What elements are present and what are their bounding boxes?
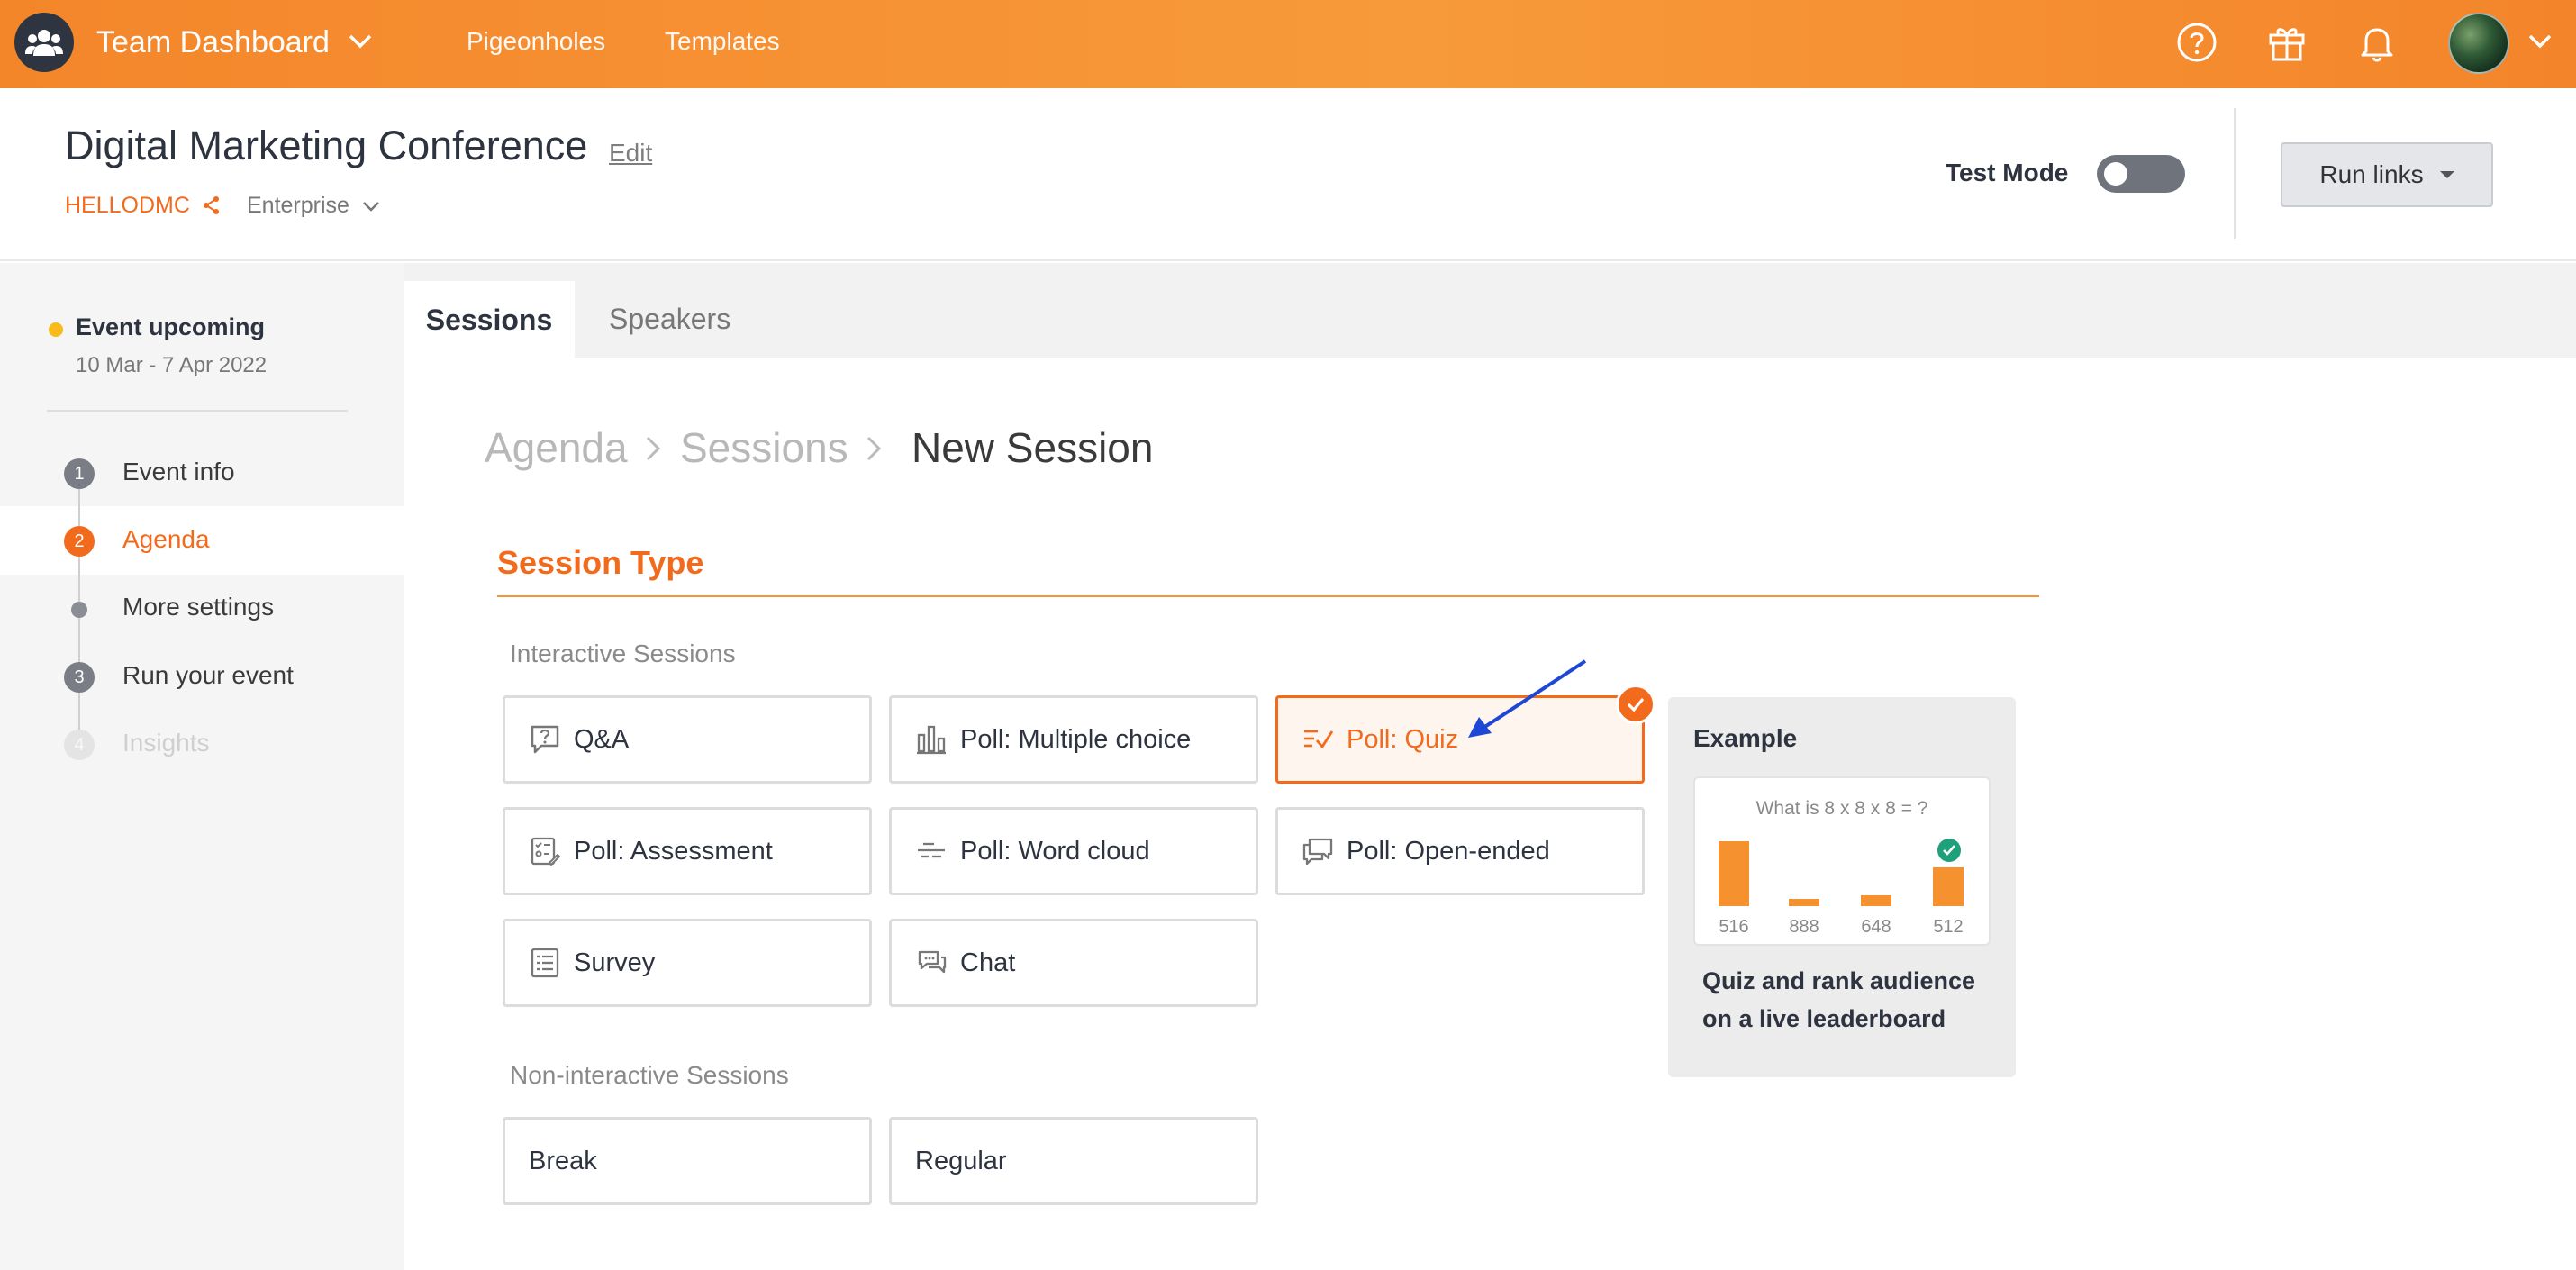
session-type-qa[interactable]: Q&A (503, 695, 872, 784)
selected-check-icon (1616, 685, 1655, 724)
example-title: Example (1693, 724, 1798, 752)
sidebar-divider (47, 410, 348, 412)
session-type-poll-multiple-choice[interactable]: Poll: Multiple choice (889, 695, 1258, 784)
example-answer-label: 888 (1789, 917, 1819, 937)
example-bar-4 (1933, 867, 1964, 906)
chat-bubbles-icon (1302, 835, 1334, 867)
example-bar-3 (1861, 895, 1891, 906)
correct-answer-check-icon (1937, 838, 1962, 867)
breadcrumb-sessions[interactable]: Sessions (680, 423, 848, 472)
nav-link-templates[interactable]: Templates (665, 27, 780, 56)
caret-down-icon (2439, 171, 2454, 178)
event-dates: 10 Mar - 7 Apr 2022 (76, 353, 268, 377)
breadcrumb-new-session: New Session (912, 424, 1154, 471)
example-answer-label: 512 (1933, 917, 1964, 937)
session-type-break[interactable]: Break (503, 1117, 872, 1205)
event-code-link[interactable]: HELLODMC (65, 193, 222, 219)
user-avatar[interactable] (2448, 13, 2509, 74)
survey-icon (529, 947, 561, 979)
share-icon (203, 196, 219, 214)
event-code-text: HELLODMC (65, 193, 190, 218)
assessment-icon (529, 835, 561, 867)
interactive-sessions-label: Interactive Sessions (510, 640, 736, 667)
event-title: Digital Marketing Conference (65, 122, 588, 168)
event-status: Event upcoming (76, 313, 266, 340)
sidebar-item-agenda[interactable]: Agenda (122, 525, 210, 554)
sidebar-item-event-info[interactable]: Event info (122, 458, 235, 486)
sidebar-item-more-settings[interactable]: More settings (122, 593, 274, 621)
breadcrumb-agenda[interactable]: Agenda (485, 423, 628, 472)
annotation-arrow-icon (1459, 654, 1594, 748)
example-question: What is 8 x 8 x 8 = ? (1755, 798, 1928, 819)
event-header: Digital Marketing Conference Edit HELLOD… (0, 88, 2576, 261)
step-number-4: 4 (64, 730, 95, 760)
sidebar: Event upcoming 10 Mar - 7 Apr 2022 1 Eve… (0, 263, 404, 1270)
run-links-label: Run links (2319, 160, 2424, 188)
word-cloud-icon (915, 835, 948, 867)
qa-icon (529, 723, 561, 756)
section-title: Session Type (497, 544, 704, 581)
bar-chart-icon (915, 723, 948, 756)
sidebar-item-insights: Insights (122, 729, 210, 757)
example-bar-2 (1789, 899, 1819, 906)
quiz-check-icon (1302, 723, 1334, 756)
team-logo-icon[interactable] (14, 13, 74, 72)
plan-label: Enterprise (247, 193, 349, 218)
card-label: Poll: Word cloud (960, 836, 1150, 866)
help-icon[interactable] (2174, 20, 2219, 65)
chevron-right-icon (639, 432, 667, 469)
tab-speakers[interactable]: Speakers (609, 303, 730, 336)
card-label: Regular (915, 1146, 1007, 1175)
card-label: Poll: Assessment (574, 836, 773, 866)
session-type-regular[interactable]: Regular (889, 1117, 1258, 1205)
status-dot (49, 322, 63, 337)
run-links-button[interactable]: Run links (2281, 142, 2493, 207)
plan-dropdown[interactable]: Enterprise (247, 193, 381, 219)
chevron-down-icon[interactable] (2526, 27, 2554, 60)
step-dot (71, 602, 87, 618)
step-number-2: 2 (64, 526, 95, 557)
example-bar-1 (1719, 841, 1749, 906)
team-dashboard-title[interactable]: Team Dashboard (96, 25, 330, 60)
top-navigation-bar: Team Dashboard Pigeonholes Templates (0, 0, 2576, 88)
card-label: Q&A (574, 724, 630, 754)
test-mode-toggle[interactable] (2097, 155, 2185, 193)
card-label: Poll: Quiz (1347, 724, 1459, 754)
example-description: Quiz and rank audience on a live leaderb… (1702, 967, 1976, 1032)
chevron-down-icon (363, 202, 379, 212)
card-label: Poll: Multiple choice (960, 724, 1192, 754)
session-type-poll-open-ended[interactable]: Poll: Open-ended (1275, 807, 1645, 895)
nav-link-pigeonholes[interactable]: Pigeonholes (467, 27, 605, 56)
chevron-down-icon[interactable] (346, 27, 375, 60)
edit-event-link[interactable]: Edit (609, 139, 652, 168)
card-label: Survey (574, 948, 656, 977)
session-type-chat[interactable]: Chat (889, 919, 1258, 1007)
test-mode-label: Test Mode (1946, 159, 2069, 186)
sidebar-item-run-your-event[interactable]: Run your event (122, 661, 294, 690)
card-label: Poll: Open-ended (1347, 836, 1550, 866)
bell-icon[interactable] (2354, 20, 2399, 65)
card-label: Break (529, 1146, 597, 1175)
header-divider (2234, 108, 2236, 239)
tab-sessions[interactable]: Sessions (404, 281, 575, 358)
step-number-1: 1 (64, 458, 95, 489)
session-type-poll-word-cloud[interactable]: Poll: Word cloud (889, 807, 1258, 895)
section-divider (497, 595, 2039, 597)
card-label: Chat (960, 948, 1016, 977)
toggle-knob (2104, 162, 2127, 186)
non-interactive-sessions-label: Non-interactive Sessions (510, 1061, 789, 1089)
chat-icon (915, 947, 948, 979)
step-number-3: 3 (64, 662, 95, 693)
example-answer-label: 516 (1719, 917, 1749, 937)
session-type-poll-assessment[interactable]: Poll: Assessment (503, 807, 872, 895)
chevron-right-icon (860, 432, 887, 469)
example-answer-label: 648 (1861, 917, 1891, 937)
session-type-survey[interactable]: Survey (503, 919, 872, 1007)
gift-icon[interactable] (2264, 20, 2309, 65)
